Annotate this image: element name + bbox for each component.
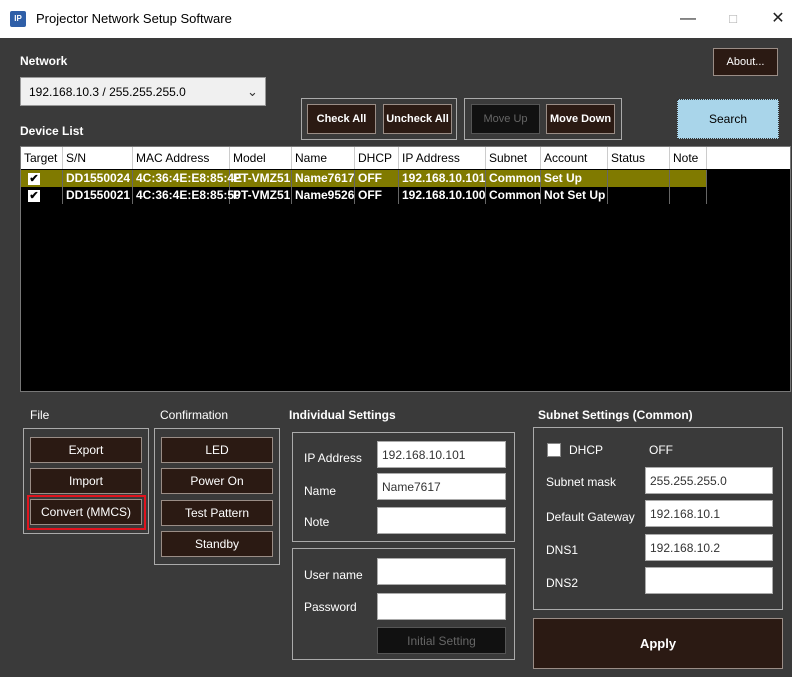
cell-subnet: Common [486, 170, 541, 187]
move-up-button[interactable]: Move Up [471, 104, 540, 134]
app-window: IP Projector Network Setup Software — □ … [0, 0, 792, 677]
cell-model: PT-VMZ51 [230, 170, 292, 187]
table-row[interactable]: ✔ DD1550024 4C:36:4E:E8:85:4E PT-VMZ51 N… [21, 170, 790, 187]
cell-sn: DD1550024 [63, 170, 133, 187]
column-header[interactable]: Model [230, 147, 292, 169]
cell-sn: DD1550021 [63, 187, 133, 204]
name-field[interactable] [377, 473, 506, 500]
dhcp-checkbox[interactable] [547, 443, 561, 457]
standby-button[interactable]: Standby [161, 531, 273, 557]
maximize-button[interactable]: □ [711, 0, 755, 38]
network-select-value: 192.168.10.3 / 255.255.255.0 [29, 85, 186, 99]
import-button[interactable]: Import [30, 468, 142, 494]
column-header[interactable]: IP Address [399, 147, 486, 169]
column-header[interactable]: Status [608, 147, 670, 169]
uncheck-all-button[interactable]: Uncheck All [383, 104, 452, 134]
cell-status [608, 170, 670, 187]
chevron-down-icon: ⌄ [247, 84, 258, 99]
subnet-settings-label: Subnet Settings (Common) [538, 408, 693, 422]
column-header[interactable]: Target [21, 147, 63, 169]
cell-name: Name9526 [292, 187, 355, 204]
move-down-button[interactable]: Move Down [546, 104, 615, 134]
convert-mmcs-button[interactable]: Convert (MMCS) [30, 499, 142, 525]
cell-model: PT-VMZ51 [230, 187, 292, 204]
cell-filler [707, 170, 790, 187]
cell-mac: 4C:36:4E:E8:85:4E [133, 170, 242, 187]
file-label: File [30, 408, 50, 422]
dns2-field[interactable] [645, 567, 773, 594]
column-header[interactable]: Note [670, 147, 707, 169]
column-header[interactable]: Subnet [486, 147, 541, 169]
window-title: Projector Network Setup Software [36, 11, 232, 26]
power-on-button[interactable]: Power On [161, 468, 273, 494]
search-button[interactable]: Search [677, 99, 779, 139]
initial-setting-button[interactable]: Initial Setting [377, 627, 506, 654]
title-bar: IP Projector Network Setup Software — □ … [0, 0, 792, 38]
network-label: Network [20, 54, 68, 68]
column-header[interactable]: Name [292, 147, 355, 169]
dns1-label: DNS1 [546, 543, 579, 557]
cell-ip: 192.168.10.101 [399, 170, 486, 187]
password-label: Password [304, 600, 357, 614]
ip-address-label: IP Address [304, 451, 362, 465]
subnet-mask-field[interactable] [645, 467, 773, 494]
cell-account: Set Up [541, 170, 608, 187]
confirmation-label: Confirmation [160, 408, 229, 422]
dns2-label: DNS2 [546, 576, 579, 590]
row-checkbox[interactable]: ✔ [28, 190, 40, 202]
name-label: Name [304, 484, 337, 498]
note-field[interactable] [377, 507, 506, 534]
network-select[interactable]: 192.168.10.3 / 255.255.255.0 ⌄ [20, 77, 266, 106]
column-header[interactable]: MAC Address [133, 147, 230, 169]
cell-name: Name7617 [292, 170, 355, 187]
test-pattern-button[interactable]: Test Pattern [161, 500, 273, 526]
cell-subnet: Common [486, 187, 541, 204]
device-table: Target S/N MAC Address Model Name DHCP I… [20, 146, 791, 392]
user-name-field[interactable] [377, 558, 506, 585]
row-checkbox[interactable]: ✔ [28, 173, 40, 185]
table-row[interactable]: ✔ DD1550021 4C:36:4E:E8:85:50 PT-VMZ51 N… [21, 187, 790, 204]
column-header[interactable]: Account [541, 147, 608, 169]
cell-account: Not Set Up [541, 187, 608, 204]
cell-dhcp: OFF [355, 187, 399, 204]
led-button[interactable]: LED [161, 437, 273, 463]
device-list-label: Device List [20, 124, 84, 138]
cell-ip: 192.168.10.100 [399, 187, 486, 204]
table-header: Target S/N MAC Address Model Name DHCP I… [21, 147, 790, 169]
ip-address-field[interactable] [377, 441, 506, 468]
individual-settings-label: Individual Settings [289, 408, 396, 422]
column-header[interactable]: S/N [63, 147, 133, 169]
cell-note [670, 187, 707, 204]
check-all-button[interactable]: Check All [307, 104, 376, 134]
dhcp-label: DHCP [569, 443, 604, 457]
dns1-field[interactable] [645, 534, 773, 561]
cell-status [608, 187, 670, 204]
cell-note [670, 170, 707, 187]
default-gateway-label: Default Gateway [546, 510, 635, 524]
default-gateway-field[interactable] [645, 500, 773, 527]
subnet-mask-label: Subnet mask [546, 475, 617, 489]
apply-button[interactable]: Apply [533, 618, 783, 669]
about-button[interactable]: About... [713, 48, 778, 76]
close-button[interactable]: ✕ [756, 0, 792, 38]
note-label: Note [304, 515, 330, 529]
cell-dhcp: OFF [355, 170, 399, 187]
column-header[interactable]: DHCP [355, 147, 399, 169]
app-icon: IP [10, 11, 26, 27]
export-button[interactable]: Export [30, 437, 142, 463]
minimize-button[interactable]: — [666, 0, 710, 38]
dhcp-value: OFF [649, 443, 673, 457]
cell-mac: 4C:36:4E:E8:85:50 [133, 187, 241, 204]
user-name-label: User name [304, 568, 363, 582]
password-field[interactable] [377, 593, 506, 620]
